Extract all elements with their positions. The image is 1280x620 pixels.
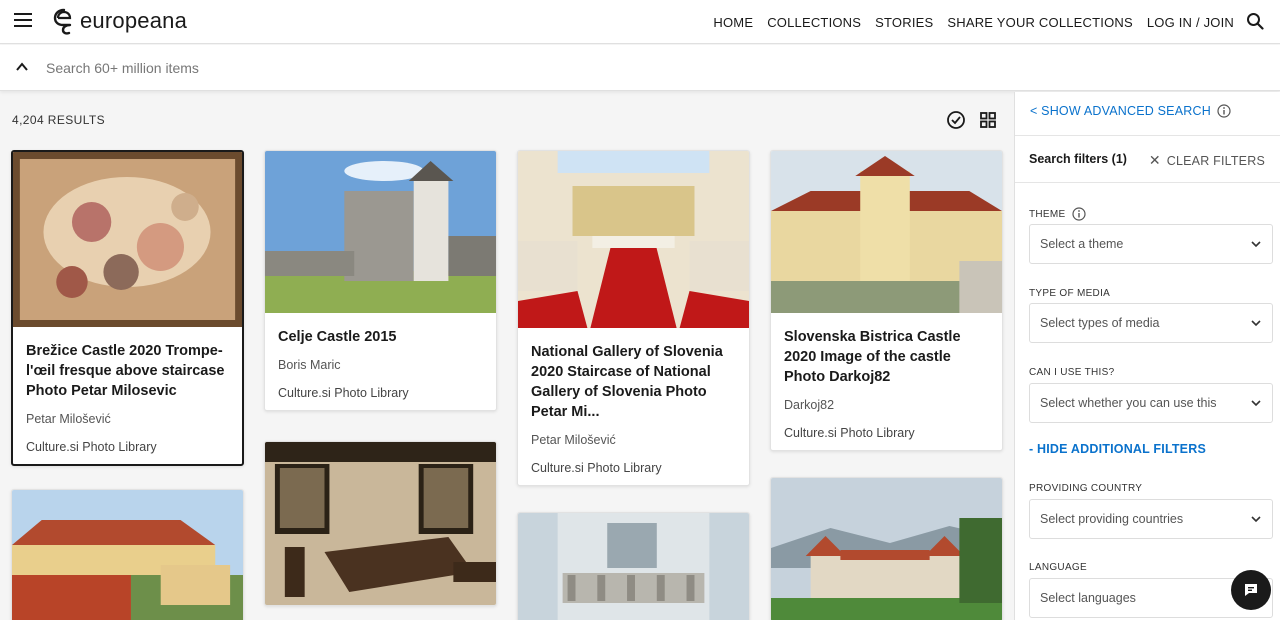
chevron-down-icon <box>1251 241 1261 248</box>
theme-select-value: Select a theme <box>1040 237 1124 251</box>
select-check-icon[interactable] <box>946 110 966 130</box>
view-toggle <box>934 110 998 130</box>
grid-view-icon[interactable] <box>978 110 998 130</box>
media-select-value: Select types of media <box>1040 316 1160 330</box>
theme-select[interactable]: Select a theme <box>1029 224 1273 264</box>
card-title[interactable]: Brežice Castle 2020 Trompe-l'œil fresque… <box>26 341 229 401</box>
nav-login-join[interactable]: LOG IN / JOIN <box>1147 15 1234 30</box>
result-card[interactable] <box>770 477 1003 620</box>
result-card[interactable]: National Gallery of Slovenia 2020 Stairc… <box>517 150 750 486</box>
chat-icon <box>1245 584 1257 596</box>
top-navbar: europeana HOME COLLECTIONS STORIES SHARE… <box>0 0 1280 44</box>
country-label: PROVIDING COUNTRY <box>1029 483 1143 494</box>
card-title[interactable]: National Gallery of Slovenia 2020 Stairc… <box>531 342 736 422</box>
europeana-logo[interactable]: europeana <box>52 7 187 35</box>
search-filters-header: Search filters (1) ✕ CLEAR FILTERS <box>1015 135 1280 183</box>
advanced-search-label: < SHOW ADVANCED SEARCH <box>1030 104 1211 118</box>
card-creator: Boris Maric <box>278 358 341 372</box>
chevron-down-icon <box>1251 516 1261 523</box>
show-advanced-search-link[interactable]: < SHOW ADVANCED SEARCH <box>1030 104 1231 118</box>
results-count: 4,204 RESULTS <box>12 113 106 127</box>
search-bar <box>0 45 1280 91</box>
language-label: LANGUAGE <box>1029 562 1087 573</box>
close-icon: ✕ <box>1148 152 1161 168</box>
card-image-celje-castle <box>265 151 496 313</box>
card-creator: Darkoj82 <box>784 398 835 412</box>
search-input[interactable] <box>46 56 646 80</box>
country-select-value: Select providing countries <box>1040 512 1184 526</box>
search-icon[interactable] <box>1246 12 1264 30</box>
clear-filters-button[interactable]: ✕ CLEAR FILTERS <box>1149 152 1265 169</box>
chevron-down-icon <box>1251 320 1261 327</box>
info-icon[interactable] <box>1071 207 1086 221</box>
card-provider: Culture.si Photo Library <box>26 440 157 454</box>
card-image-manor <box>771 478 1002 620</box>
reuse-select[interactable]: Select whether you can use this <box>1029 383 1273 423</box>
reuse-label: CAN I USE THIS? <box>1029 367 1115 378</box>
chevron-down-icon <box>1251 400 1261 407</box>
card-image-gallery-staircase <box>518 151 749 328</box>
card-creator: Petar Milošević <box>531 433 616 447</box>
hide-additional-filters-link[interactable]: - HIDE ADDITIONAL FILTERS <box>1029 442 1206 456</box>
language-select-value: Select languages <box>1040 591 1136 605</box>
media-select[interactable]: Select types of media <box>1029 303 1273 343</box>
result-card[interactable]: Celje Castle 2015 Boris Maric Culture.si… <box>264 150 497 411</box>
menu-icon[interactable] <box>14 13 32 29</box>
card-image-fresco <box>13 152 242 327</box>
nav-home[interactable]: HOME <box>713 15 753 30</box>
card-creator: Petar Milošević <box>26 412 111 426</box>
media-label: TYPE OF MEDIA <box>1029 288 1111 299</box>
europeana-logo-icon <box>53 8 72 35</box>
result-card[interactable] <box>517 512 750 620</box>
nav-stories[interactable]: STORIES <box>875 15 933 30</box>
card-image-bistrica-castle <box>771 151 1002 313</box>
result-card[interactable] <box>11 489 244 620</box>
search-filters-label: Search filters (1) <box>1029 152 1127 166</box>
card-title[interactable]: Celje Castle 2015 <box>278 327 483 347</box>
clear-filters-label: CLEAR FILTERS <box>1166 153 1265 168</box>
results-area: 4,204 RESULTS Brežice Castle 2020 Trompe… <box>0 92 1014 620</box>
country-select[interactable]: Select providing countries <box>1029 499 1273 539</box>
card-image-castle <box>12 490 243 620</box>
card-image-balcony <box>518 513 749 620</box>
filter-sidebar: < SHOW ADVANCED SEARCH Search filters (1… <box>1014 92 1280 620</box>
chevron-up-icon[interactable] <box>15 60 29 74</box>
card-title[interactable]: Slovenska Bistrica Castle 2020 Image of … <box>784 327 989 387</box>
theme-label: THEME <box>1029 207 1086 221</box>
nav-collections[interactable]: COLLECTIONS <box>767 15 861 30</box>
card-provider: Culture.si Photo Library <box>784 426 915 440</box>
card-provider: Culture.si Photo Library <box>278 386 409 400</box>
info-icon[interactable] <box>1217 104 1231 118</box>
result-card[interactable]: Slovenska Bistrica Castle 2020 Image of … <box>770 150 1003 451</box>
nav-share-collections[interactable]: SHARE YOUR COLLECTIONS <box>947 15 1132 30</box>
logo-text: europeana <box>80 8 188 33</box>
result-card[interactable] <box>264 441 497 606</box>
theme-label-text: THEME <box>1029 208 1066 220</box>
result-card[interactable]: Brežice Castle 2020 Trompe-l'œil fresque… <box>11 150 244 466</box>
main-nav: HOME COLLECTIONS STORIES SHARE YOUR COLL… <box>699 0 1234 44</box>
reuse-select-value: Select whether you can use this <box>1040 396 1217 410</box>
card-image-interior-room <box>265 442 496 605</box>
card-provider: Culture.si Photo Library <box>531 461 662 475</box>
feedback-chat-button[interactable] <box>1231 570 1271 610</box>
